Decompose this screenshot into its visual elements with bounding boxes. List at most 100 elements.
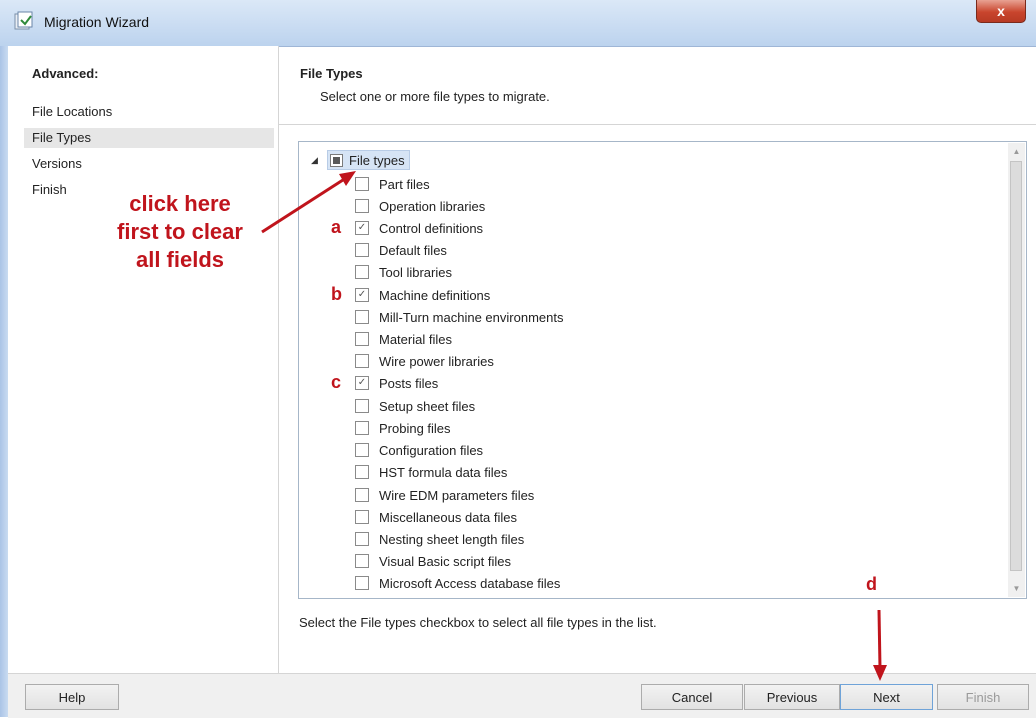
- tree-item-machine-definitions[interactable]: ✓ Machine definitions: [355, 285, 490, 305]
- scroll-down-icon[interactable]: ▼: [1008, 580, 1025, 597]
- scroll-up-icon[interactable]: ▲: [1008, 143, 1025, 160]
- checkbox-checked[interactable]: ✓: [355, 376, 369, 390]
- previous-button[interactable]: Previous: [744, 684, 840, 710]
- tree-item-mill-turn-environments[interactable]: Mill-Turn machine environments: [355, 307, 563, 327]
- tree-item-label: Miscellaneous data files: [379, 509, 518, 525]
- tree-item-label: Probing files: [379, 420, 451, 436]
- tree-item-label: Part files: [379, 176, 430, 192]
- checkbox[interactable]: [355, 532, 369, 546]
- sidebar-item-label: Finish: [32, 182, 67, 197]
- checkbox[interactable]: [355, 399, 369, 413]
- checkbox-checked[interactable]: ✓: [355, 288, 369, 302]
- tree-item-label: Wire power libraries: [379, 353, 494, 369]
- wizard-app-icon: [14, 11, 33, 30]
- tree-item-access-database-files[interactable]: Microsoft Access database files: [355, 573, 560, 593]
- wizard-steps-sidebar: Advanced: File Locations File Types Vers…: [8, 46, 279, 673]
- callout-clear-fields: click here first to clear all fields: [90, 190, 270, 274]
- tree-item-label: Operation libraries: [379, 198, 486, 214]
- callout-line: all fields: [135, 247, 225, 272]
- tree-item-miscellaneous-files[interactable]: Miscellaneous data files: [355, 507, 517, 527]
- checkbox[interactable]: [355, 332, 369, 346]
- sidebar-item-label: Versions: [32, 156, 82, 171]
- migration-wizard-window: Migration Wizard x Advanced: File Locati…: [0, 0, 1036, 718]
- tree-item-part-files[interactable]: Part files: [355, 174, 430, 194]
- sidebar-item-versions[interactable]: Versions: [24, 154, 274, 174]
- tree-item-tool-libraries[interactable]: Tool libraries: [355, 262, 452, 282]
- checkbox[interactable]: [355, 177, 369, 191]
- checkbox[interactable]: [355, 576, 369, 590]
- tree-item-label: Default files: [379, 242, 447, 258]
- wizard-button-bar: Help Cancel Previous Next Finish: [8, 673, 1036, 718]
- sidebar-item-label: File Types: [32, 130, 92, 145]
- checkbox-checked[interactable]: ✓: [355, 221, 369, 235]
- callout-line: first to clear: [117, 219, 243, 244]
- checkbox[interactable]: [355, 310, 369, 324]
- checkbox[interactable]: [355, 265, 369, 279]
- checkbox[interactable]: [355, 199, 369, 213]
- window-frame-left: [0, 46, 8, 717]
- tree-item-label: Posts files: [379, 375, 439, 391]
- tree-item-operation-libraries[interactable]: Operation libraries: [355, 196, 485, 216]
- tree-item-control-definitions[interactable]: ✓ Control definitions: [355, 218, 483, 238]
- tree-item-label: Setup sheet files: [379, 398, 476, 414]
- page-title: File Types: [300, 66, 363, 81]
- header-divider: [279, 124, 1036, 125]
- checkbox[interactable]: [355, 354, 369, 368]
- collapse-triangle-icon[interactable]: ◢: [311, 155, 321, 166]
- close-icon[interactable]: x: [997, 3, 1005, 19]
- tree-item-posts-files[interactable]: ✓ Posts files: [355, 373, 438, 393]
- close-button[interactable]: x: [976, 0, 1026, 23]
- tree-root-label: File types: [349, 152, 405, 168]
- tree-item-label: Tool libraries: [379, 264, 452, 280]
- tree-item-label: HST formula data files: [379, 464, 508, 480]
- tree-item-material-files[interactable]: Material files: [355, 329, 452, 349]
- sidebar-item-label: File Locations: [32, 104, 113, 119]
- checkbox[interactable]: [355, 243, 369, 257]
- next-button[interactable]: Next: [840, 684, 933, 710]
- sidebar-item-file-types[interactable]: File Types: [24, 128, 274, 148]
- tree-item-setup-sheet-files[interactable]: Setup sheet files: [355, 396, 475, 416]
- arrow-to-next-button: [873, 609, 887, 681]
- scroll-thumb[interactable]: [1010, 161, 1022, 571]
- tree-item-hst-formula-files[interactable]: HST formula data files: [355, 462, 507, 482]
- marker-a: a: [331, 217, 342, 237]
- cancel-button[interactable]: Cancel: [641, 684, 743, 710]
- checkbox[interactable]: [355, 554, 369, 568]
- select-all-checkbox[interactable]: [330, 153, 343, 167]
- checkbox[interactable]: [355, 488, 369, 502]
- page-subtitle: Select one or more file types to migrate…: [320, 89, 550, 104]
- tree-root-selection[interactable]: File types: [327, 150, 410, 170]
- sidebar-header: Advanced:: [32, 66, 99, 81]
- marker-d: d: [866, 574, 877, 594]
- tree-item-probing-files[interactable]: Probing files: [355, 418, 451, 438]
- tree-item-wire-edm-files[interactable]: Wire EDM parameters files: [355, 485, 534, 505]
- checkbox[interactable]: [355, 443, 369, 457]
- tree-root-file-types[interactable]: ◢ File types: [311, 150, 410, 170]
- tree-item-label: Material files: [379, 331, 452, 347]
- help-hint-text: Select the File types checkbox to select…: [299, 615, 657, 630]
- tree-item-default-files[interactable]: Default files: [355, 240, 447, 260]
- tree-item-label: Nesting sheet length files: [379, 531, 525, 547]
- tree-item-nesting-sheet-files[interactable]: Nesting sheet length files: [355, 529, 524, 549]
- marker-b: b: [331, 284, 342, 304]
- tree-item-label: Configuration files: [379, 442, 484, 458]
- finish-button[interactable]: Finish: [937, 684, 1029, 710]
- help-button[interactable]: Help: [25, 684, 119, 710]
- title-bar: Migration Wizard x: [0, 0, 1036, 47]
- tree-item-label: Microsoft Access database files: [379, 575, 561, 591]
- checkbox[interactable]: [355, 421, 369, 435]
- file-types-tree[interactable]: ◢ File types Part files Operation librar…: [298, 141, 1027, 599]
- tree-item-wire-power-libraries[interactable]: Wire power libraries: [355, 351, 494, 371]
- marker-c: c: [331, 372, 342, 392]
- tree-item-label: Wire EDM parameters files: [379, 487, 535, 503]
- checkbox[interactable]: [355, 465, 369, 479]
- tree-item-configuration-files[interactable]: Configuration files: [355, 440, 483, 460]
- checkbox[interactable]: [355, 510, 369, 524]
- sidebar-item-file-locations[interactable]: File Locations: [24, 102, 274, 122]
- window-title: Migration Wizard: [44, 14, 150, 30]
- tree-item-visual-basic-files[interactable]: Visual Basic script files: [355, 551, 511, 571]
- tree-item-label: Visual Basic script files: [379, 553, 511, 569]
- tree-item-label: Machine definitions: [379, 287, 491, 303]
- callout-line: click here: [129, 191, 231, 216]
- vertical-scrollbar[interactable]: ▲ ▼: [1008, 143, 1025, 597]
